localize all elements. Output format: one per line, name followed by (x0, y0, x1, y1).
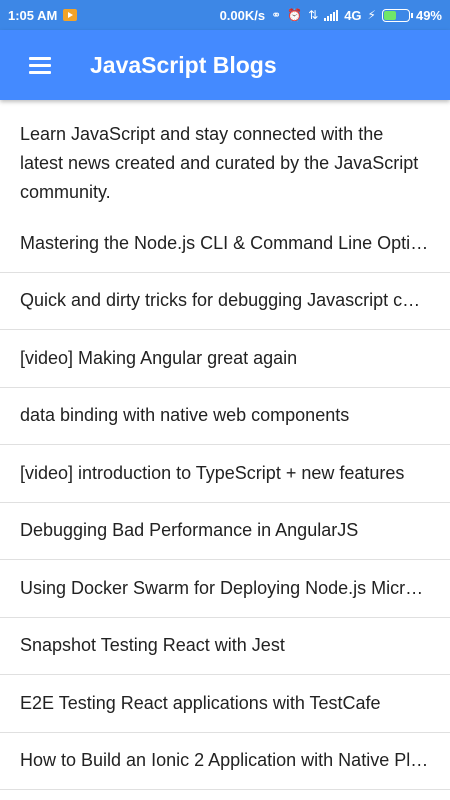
hamburger-menu-icon[interactable] (20, 45, 60, 85)
network-type: 4G (344, 7, 362, 23)
status-left: 1:05 AM (8, 7, 78, 23)
list-item[interactable]: data binding with native web components (0, 388, 450, 445)
alarm-icon: ⏰ (287, 8, 303, 22)
list-item[interactable]: E2E Testing React applications with Test… (0, 675, 450, 733)
battery-percent: 49% (415, 7, 442, 23)
list-item[interactable]: Snapshot Testing React with Jest (0, 618, 450, 675)
app-title: JavaScript Blogs (90, 51, 277, 78)
list-item[interactable]: Mastering the Node.js CLI & Command Line… (0, 215, 450, 273)
blog-list: Mastering the Node.js CLI & Command Line… (0, 215, 450, 790)
blog-title: How to Build an Ionic 2 Application with… (20, 750, 430, 771)
status-right: 0.00K/s ⚭ ⏰ ⇅ 4G ⚡ 49% (220, 8, 442, 23)
blog-title: Mastering the Node.js CLI & Command Line… (20, 232, 430, 253)
battery-icon (381, 8, 413, 22)
data-arrows-icon: ⇅ (308, 8, 319, 22)
blog-title: Debugging Bad Performance in AngularJS (20, 520, 359, 541)
intro-text: Learn JavaScript and stay connected with… (20, 124, 419, 202)
play-store-icon (63, 9, 78, 21)
list-item[interactable]: [video] introduction to TypeScript + new… (0, 445, 450, 503)
list-item[interactable]: How to Build an Ionic 2 Application with… (0, 733, 450, 790)
blog-title: E2E Testing React applications with Test… (20, 692, 381, 713)
blog-title: Using Docker Swarm for Deploying Node.js… (20, 577, 430, 598)
headphones-icon: ⚭ (271, 8, 282, 22)
signal-icon (324, 9, 339, 21)
blog-title: [video] introduction to TypeScript + new… (20, 462, 405, 483)
blog-title: data binding with native web components (20, 405, 350, 426)
list-item[interactable]: [video] Making Angular great again (0, 330, 450, 388)
blog-title: Snapshot Testing React with Jest (20, 635, 285, 656)
list-item[interactable]: Using Docker Swarm for Deploying Node.js… (0, 560, 450, 618)
blog-title: [video] Making Angular great again (20, 347, 298, 368)
network-speed: 0.00K/s (219, 7, 266, 23)
blog-title: Quick and dirty tricks for debugging Jav… (20, 290, 430, 311)
status-time: 1:05 AM (8, 7, 58, 23)
main-content: Learn JavaScript and stay connected with… (0, 100, 450, 790)
status-bar: 1:05 AM 0.00K/s ⚭ ⏰ ⇅ 4G ⚡ 49% (0, 0, 450, 30)
charging-icon: ⚡ (367, 8, 376, 22)
list-item[interactable]: Quick and dirty tricks for debugging Jav… (0, 273, 450, 330)
list-item[interactable]: Debugging Bad Performance in AngularJS (0, 503, 450, 560)
app-bar: JavaScript Blogs (0, 30, 450, 100)
